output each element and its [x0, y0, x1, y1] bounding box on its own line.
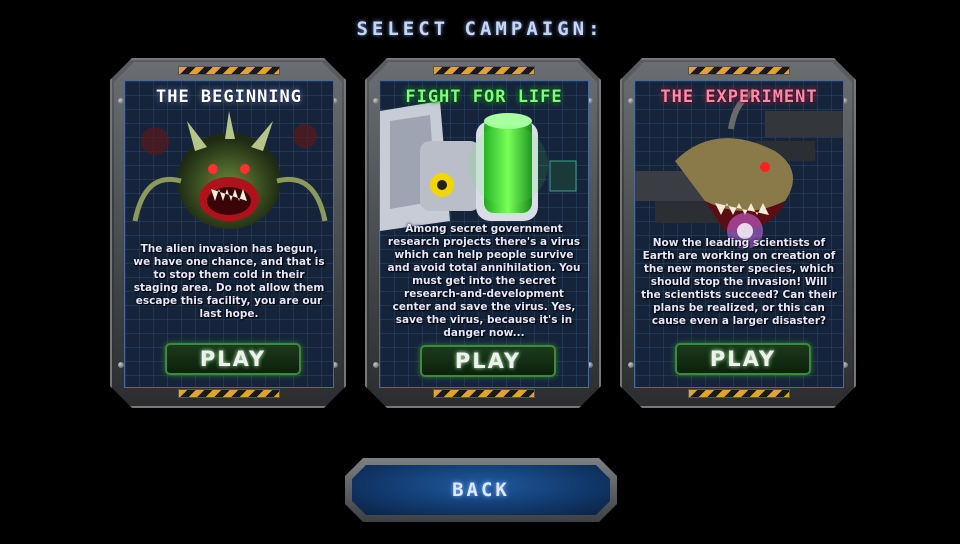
hazard-stripe — [433, 66, 535, 75]
campaign-card-the-beginning: THE BEGINNING The alien invasion has beg… — [110, 58, 346, 408]
card-panel: FIGHT FOR LIFE Among secret government r… — [379, 80, 589, 388]
screen-title: SELECT CAMPAIGN: — [356, 18, 604, 40]
hazard-stripe — [688, 389, 790, 398]
campaign-title: FIGHT FOR LIFE — [405, 87, 563, 107]
card-panel: THE BEGINNING The alien invasion has beg… — [124, 80, 334, 388]
hazard-stripe — [178, 389, 280, 398]
play-button[interactable]: PLAY — [165, 343, 301, 375]
play-button[interactable]: PLAY — [420, 345, 556, 377]
campaign-title: THE EXPERIMENT — [660, 87, 818, 107]
hazard-stripe — [688, 66, 790, 75]
campaign-description: The alien invasion has begun, we have on… — [133, 243, 325, 320]
play-button[interactable]: PLAY — [675, 343, 811, 375]
hazard-stripe — [178, 66, 280, 75]
campaign-description: Among secret government research project… — [387, 223, 581, 339]
back-button[interactable]: BACK — [352, 465, 610, 515]
card-panel: THE EXPERIMENT Now the leading scientist… — [634, 80, 844, 388]
campaign-card-fight-for-life: FIGHT FOR LIFE Among secret government r… — [365, 58, 601, 408]
campaign-description: Now the leading scientists of Earth are … — [641, 237, 837, 327]
hazard-stripe — [433, 389, 535, 398]
campaign-title: THE BEGINNING — [155, 87, 303, 107]
campaign-card-the-experiment: THE EXPERIMENT Now the leading scientist… — [620, 58, 856, 408]
